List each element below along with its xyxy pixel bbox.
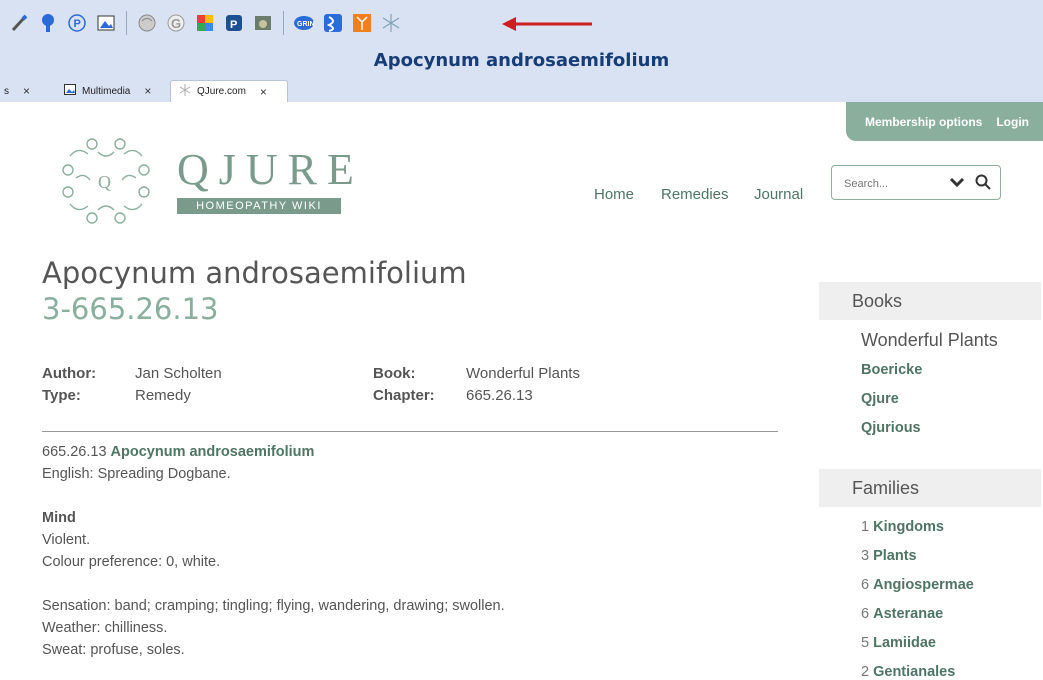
family-name[interactable]: Asteranae [873,606,943,622]
text-line: Violent. [42,532,91,548]
nav-remedies[interactable]: Remedies [661,186,729,203]
current-book: Wonderful Plants [861,330,998,350]
tab-label: Multimedia [82,85,131,97]
text-line: Weather: chilliness. [42,620,168,636]
chapter-label: Chapter: [373,387,435,404]
chevron-down-icon[interactable] [949,174,965,190]
family-name[interactable]: Angiospermae [873,577,974,593]
tab-qjure[interactable]: QJure.com × [170,80,288,102]
family-item[interactable]: 5 Lamiidae [861,635,936,651]
author-value: Jan Scholten [135,365,222,382]
tree-icon[interactable] [37,12,59,34]
red-arrow-icon [502,17,592,31]
membership-link[interactable]: Membership options [865,115,982,129]
page-subtitle: 3-665.26.13 [42,292,219,326]
family-item[interactable]: 2 Gentianales [861,664,955,680]
svg-text:G: G [171,16,181,31]
chapter-value: 665.26.13 [466,387,533,404]
text-line: Sweat: profuse, soles. [42,642,185,658]
nav-journal[interactable]: Journal [754,186,803,203]
search-box [831,165,1001,200]
mind-heading: Mind [42,510,76,526]
tab-multimedia[interactable]: Multimedia × [64,80,151,102]
book-link-qjurious[interactable]: Qjurious [861,420,921,436]
close-icon[interactable]: × [23,84,30,98]
family-name[interactable]: Lamiidae [873,635,936,651]
book-link-qjure[interactable]: Qjure [861,391,899,407]
logo-subtitle: HOMEOPATHY WIKI [177,198,341,214]
tab-partial[interactable]: s × [4,80,30,102]
toolbar-icons: P G P GRIN [8,8,402,38]
text-line: Sensation: band; cramping; tingling; fly… [42,598,505,614]
toolbar-separator [126,11,127,35]
svg-text:GRIN: GRIN [297,21,315,28]
image-icon[interactable] [95,12,117,34]
puzzle-icon[interactable] [194,12,216,34]
books-heading: Books [819,282,1041,320]
family-item[interactable]: 1 Kingdoms [861,519,944,535]
rock-icon[interactable] [252,12,274,34]
nav-home[interactable]: Home [594,186,634,203]
snowflake-icon [179,84,191,99]
browser-toolbar: P G P GRIN Apocynum androsaemifolium s ×… [0,0,1043,102]
book-link-boericke[interactable]: Boericke [861,362,922,378]
english-name: English: Spreading Dogbane. [42,466,231,482]
dna-icon[interactable] [322,12,344,34]
brush-icon[interactable] [8,12,30,34]
book-value: Wonderful Plants [466,365,580,382]
text-line: Colour preference: 0, white. [42,554,221,570]
book-label: Book: [373,365,416,382]
logo-name[interactable]: QJURE [177,148,364,192]
search-icon[interactable] [975,174,991,190]
grin-icon[interactable]: GRIN [293,12,315,34]
family-name[interactable]: Gentianales [873,664,955,680]
wikipedia-icon[interactable] [136,12,158,34]
image-icon [64,84,76,98]
family-number: 2 [861,664,870,680]
remedy-heading-line: 665.26.13 Apocynum androsaemifolium [42,441,505,463]
remedy-latin-name: Apocynum androsaemifolium [110,444,315,460]
membership-bar: Membership options Login [846,102,1043,141]
svg-text:P: P [230,19,237,31]
remedy-code: 665.26.13 [42,444,107,460]
snowflake-icon[interactable] [380,12,402,34]
type-label: Type: [42,387,81,404]
family-item[interactable]: 3 Plants [861,548,917,564]
family-number: 6 [861,577,870,593]
family-item[interactable]: 6 Asteranae [861,606,943,622]
page-title: Apocynum androsaemifolium [42,256,467,290]
divider [42,431,778,432]
tab-label: QJure.com [197,86,246,97]
family-name[interactable]: Kingdoms [873,519,944,535]
type-value: Remedy [135,387,191,404]
tab-strip: s × Multimedia × QJure.com × [0,80,1043,102]
family-number: 3 [861,548,870,564]
p-circle-icon[interactable]: P [66,12,88,34]
search-input[interactable] [842,174,936,194]
svg-text:P: P [74,18,81,30]
p-square-icon[interactable]: P [223,12,245,34]
family-name[interactable]: Plants [873,548,917,564]
google-icon[interactable]: G [165,12,187,34]
families-heading: Families [819,469,1041,507]
fractal-icon[interactable] [351,12,373,34]
tab-label: s [4,85,9,97]
toolbar-separator [283,11,284,35]
close-icon[interactable]: × [260,85,267,99]
author-label: Author: [42,365,97,382]
svg-text:Q: Q [98,172,111,192]
family-item[interactable]: 6 Angiospermae [861,577,974,593]
logo-ornament-icon: Q [62,138,150,224]
window-title: Apocynum androsaemifolium [373,50,670,71]
family-number: 1 [861,519,870,535]
family-number: 6 [861,606,870,622]
login-link[interactable]: Login [996,115,1029,129]
family-number: 5 [861,635,870,651]
close-icon[interactable]: × [144,84,151,98]
remedy-text: 665.26.13 Apocynum androsaemifolium Engl… [42,441,505,661]
